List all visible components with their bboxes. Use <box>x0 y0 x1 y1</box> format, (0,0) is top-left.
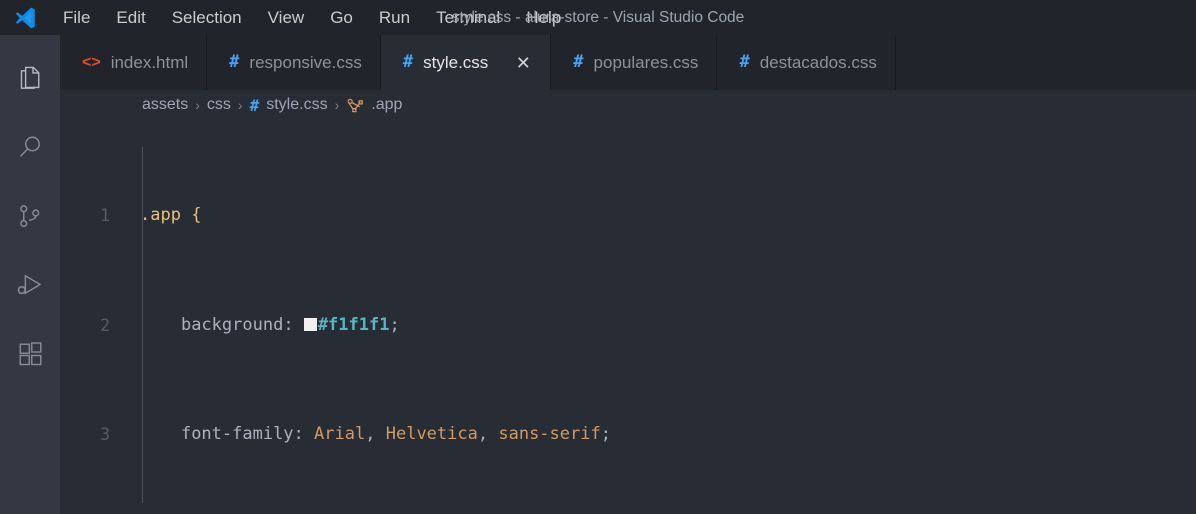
breadcrumb-label: style.css <box>266 96 328 113</box>
tab-label: index.html <box>110 53 189 72</box>
breadcrumb-item-app-symbol[interactable]: .app <box>346 96 402 114</box>
tab-label: destacados.css <box>759 53 877 72</box>
css-color-value: #f1f1f1 <box>317 314 390 335</box>
search-icon <box>15 132 45 162</box>
menu-item-selection[interactable]: Selection <box>159 4 255 32</box>
breadcrumb-label: css <box>206 96 231 113</box>
css-ruleset-symbol-icon <box>346 97 364 113</box>
tab-responsive-css[interactable]: # responsive.css <box>207 35 381 90</box>
code-line[interactable]: 3 font-family: Arial, Helvetica, sans-se… <box>60 421 1196 448</box>
tab-bar: <> index.html # responsive.css # style.c… <box>60 35 1196 90</box>
html-file-icon: <> <box>82 53 101 71</box>
activity-item-search[interactable] <box>0 112 60 181</box>
chevron-right-icon: › <box>195 97 200 113</box>
indent-guide <box>142 147 143 504</box>
code-line[interactable]: 1 .app { <box>60 202 1196 229</box>
css-file-icon: # <box>249 95 260 115</box>
run-and-debug-icon <box>15 270 45 300</box>
title-bar: File Edit Selection View Go Run Terminal… <box>0 0 1196 35</box>
menu-item-help[interactable]: Help <box>513 4 574 32</box>
css-file-icon: # <box>402 52 414 72</box>
breadcrumb-label: .app <box>371 96 403 113</box>
line-text: background: #f1f1f1; <box>124 312 1196 339</box>
code-line[interactable]: 2 background: #f1f1f1; <box>60 312 1196 339</box>
menu-item-go[interactable]: Go <box>317 4 366 32</box>
menu-item-file[interactable]: File <box>50 4 103 32</box>
vscode-window: File Edit Selection View Go Run Terminal… <box>0 0 1196 514</box>
tab-label: populares.css <box>593 53 699 72</box>
line-text: font-family: Arial, Helvetica, sans-seri… <box>124 421 1196 448</box>
css-value: Helvetica <box>385 424 478 445</box>
chevron-right-icon: › <box>237 97 243 113</box>
comma: , <box>477 424 489 445</box>
menu-item-edit[interactable]: Edit <box>103 4 158 32</box>
css-value: sans-serif <box>498 424 601 445</box>
colon: : <box>293 424 304 445</box>
files-icon <box>15 63 45 93</box>
semicolon: ; <box>389 314 400 335</box>
breadcrumb-item-style-css[interactable]: # style.css <box>250 96 328 115</box>
css-file-icon: # <box>229 52 240 72</box>
line-number: 3 <box>100 425 110 445</box>
css-file-icon: # <box>573 52 584 72</box>
breadcrumb: assets › css › # style.css › .app <box>60 90 1196 120</box>
tab-destacados-css[interactable]: # destacados.css <box>717 35 896 90</box>
colon: : <box>283 314 294 335</box>
open-brace: { <box>191 205 202 226</box>
tab-style-css[interactable]: # style.css ✕ <box>380 35 552 90</box>
menu-bar: File Edit Selection View Go Run Terminal… <box>50 0 574 35</box>
breadcrumb-item-css[interactable]: css <box>207 96 231 114</box>
workbench-body: <> index.html # responsive.css # style.c… <box>0 35 1196 514</box>
breadcrumb-item-assets[interactable]: assets <box>142 96 188 114</box>
source-control-icon <box>15 201 45 231</box>
activity-bar <box>0 35 60 514</box>
menu-item-run[interactable]: Run <box>366 4 423 32</box>
code-editor[interactable]: 1 .app { 2 background: #f1f1f1; 3 font-f… <box>60 120 1196 514</box>
vscode-logo-icon <box>0 0 50 35</box>
line-text: .app { <box>124 202 1196 229</box>
tab-bar-empty-space <box>895 35 1196 90</box>
menu-item-terminal[interactable]: Terminal <box>423 4 513 32</box>
chevron-right-icon: › <box>334 97 340 113</box>
color-swatch-icon[interactable] <box>303 317 317 331</box>
breadcrumb-label: assets <box>142 96 189 113</box>
css-value: Arial <box>314 424 366 445</box>
activity-item-source-control[interactable] <box>0 181 60 250</box>
tab-populares-css[interactable]: # populares.css <box>551 35 718 90</box>
css-property: background <box>180 314 284 335</box>
semicolon: ; <box>600 424 611 445</box>
line-number: 2 <box>100 315 110 335</box>
editor-group: <> index.html # responsive.css # style.c… <box>60 35 1196 514</box>
tab-label: style.css <box>423 53 489 72</box>
css-file-icon: # <box>739 52 750 72</box>
close-icon[interactable]: ✕ <box>514 54 532 72</box>
activity-item-explorer[interactable] <box>0 43 60 112</box>
comma: , <box>365 424 376 445</box>
code-content: 1 .app { 2 background: #f1f1f1; 3 font-f… <box>60 120 1196 514</box>
css-property: font-family <box>180 424 294 445</box>
tab-label: responsive.css <box>249 53 362 72</box>
menu-item-view[interactable]: View <box>255 4 318 32</box>
activity-item-run-and-debug[interactable] <box>0 250 60 319</box>
line-number: 1 <box>100 206 110 226</box>
tab-index-html[interactable]: <> index.html <box>60 35 208 90</box>
extensions-icon <box>15 339 45 369</box>
activity-item-extensions[interactable] <box>0 319 60 388</box>
css-selector: .app <box>140 205 181 226</box>
